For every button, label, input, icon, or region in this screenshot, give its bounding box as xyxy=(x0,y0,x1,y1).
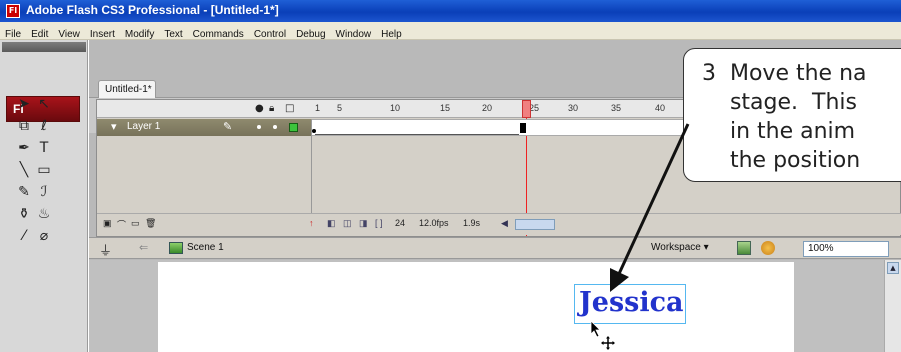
subselection-tool-icon[interactable]: ↖ xyxy=(34,94,54,114)
menu-help[interactable]: Help xyxy=(376,26,407,40)
add-layer-icon[interactable]: ▣ xyxy=(103,218,112,229)
frame-number: 40 xyxy=(655,103,666,113)
outline-icon[interactable]: □ xyxy=(285,103,294,114)
onion-skin-icon[interactable]: ◧ xyxy=(327,218,336,229)
layer-icon: ▾ xyxy=(111,120,117,133)
eraser-tool-icon[interactable]: ⌀ xyxy=(34,226,54,246)
scroll-up-icon[interactable]: ▲ xyxy=(887,262,899,274)
frame-rate: 12.0fps xyxy=(419,218,449,228)
rectangle-tool-icon[interactable]: ▭ xyxy=(34,160,54,180)
frame-number: 15 xyxy=(440,103,451,113)
add-folder-icon[interactable]: ▭ xyxy=(131,218,140,229)
stage-text-object[interactable]: Jessica xyxy=(574,284,686,324)
menu-modify[interactable]: Modify xyxy=(120,26,159,40)
window-title: Adobe Flash CS3 Professional - [Untitled… xyxy=(26,3,279,17)
pencil-icon: ✎ xyxy=(223,120,233,133)
move-cursor-icon xyxy=(590,320,615,350)
stage[interactable] xyxy=(158,262,794,352)
layer-name-cell[interactable]: ▾ Layer 1 ✎ xyxy=(97,119,311,136)
scene-icon xyxy=(169,242,183,254)
menu-text[interactable]: Text xyxy=(159,26,187,40)
instruction-callout: 3 Move the na stage. This in the anim th… xyxy=(683,48,901,182)
menu-window[interactable]: Window xyxy=(331,26,377,40)
line-tool-icon[interactable]: ╲ xyxy=(14,160,34,180)
document-tab[interactable]: Untitled-1* xyxy=(98,80,156,98)
lasso-tool-icon[interactable]: ℓ xyxy=(34,116,54,136)
edit-bar: ⏚ ⇐ Scene 1 Workspace ▾ 100% xyxy=(89,237,901,259)
selection-tool-icon[interactable]: ➤ xyxy=(14,94,34,114)
pen-tool-icon[interactable]: ✒ xyxy=(14,138,34,158)
timeline-toggle-icon[interactable]: ⏚ xyxy=(99,240,112,259)
edit-multiple-icon[interactable]: ◨ xyxy=(359,218,368,229)
elapsed-time: 1.9s xyxy=(463,218,481,228)
stage-text: Jessica xyxy=(579,287,684,318)
frame-span-line xyxy=(315,134,519,135)
menu-commands[interactable]: Commands xyxy=(188,26,249,40)
workspace-menu[interactable]: Workspace ▾ xyxy=(651,242,709,253)
timeline-divider[interactable] xyxy=(311,119,312,213)
vertical-scrollbar[interactable]: ▲ xyxy=(884,260,901,352)
playhead-handle[interactable] xyxy=(522,100,531,118)
delete-layer-icon[interactable]: 🗑︎ xyxy=(145,218,156,229)
menu-control[interactable]: Control xyxy=(249,26,291,40)
free-transform-tool-icon[interactable]: ⧉ xyxy=(14,116,34,136)
onion-markers-icon[interactable]: [ ] xyxy=(375,218,383,228)
menu-bar: File Edit View Insert Modify Text Commands Cont… xyxy=(0,22,901,40)
text-tool-icon[interactable]: T xyxy=(34,138,54,158)
scroll-left-icon[interactable]: ◀ xyxy=(501,218,508,229)
visibility-dot[interactable] xyxy=(257,125,261,129)
menu-view[interactable]: View xyxy=(53,26,85,40)
zoom-select[interactable]: 100% xyxy=(803,241,889,257)
frame-number: 30 xyxy=(568,103,579,113)
pencil-tool-icon[interactable]: ✎ xyxy=(14,182,34,202)
center-frame-icon[interactable]: ↑ xyxy=(309,218,314,228)
layer-color-swatch[interactable] xyxy=(289,123,298,132)
menu-insert[interactable]: Insert xyxy=(85,26,120,40)
layer-name: Layer 1 xyxy=(127,121,161,132)
callout-text: 3 Move the na stage. This in the anim th… xyxy=(702,61,867,173)
menu-debug[interactable]: Debug xyxy=(291,26,330,40)
onion-outline-icon[interactable]: ◫ xyxy=(343,218,352,229)
tools-panel-grip[interactable] xyxy=(2,42,86,52)
frame-number: 35 xyxy=(611,103,622,113)
frame-number: 5 xyxy=(337,103,343,113)
title-bar: Fl Adobe Flash CS3 Professional - [Untit… xyxy=(0,0,901,22)
add-guide-icon[interactable]: ⌒ xyxy=(117,218,126,231)
back-arrow-icon[interactable]: ⇐ xyxy=(139,241,148,254)
edit-scene-icon[interactable] xyxy=(737,241,751,255)
current-frame: 24 xyxy=(395,218,406,228)
eyedropper-tool-icon[interactable]: ⁄ xyxy=(14,226,34,246)
scene-label[interactable]: Scene 1 xyxy=(187,242,224,253)
frame-number: 10 xyxy=(390,103,401,113)
timeline-hscroll[interactable] xyxy=(515,219,555,230)
frame-number: 1 xyxy=(315,103,321,113)
flash-app-icon: Fl xyxy=(6,4,20,18)
lock-icon[interactable]: 🔒︎ xyxy=(269,103,274,114)
menu-file[interactable]: File xyxy=(0,26,26,40)
ink-bottle-tool-icon[interactable]: ⚱ xyxy=(14,204,34,224)
edit-symbols-icon[interactable] xyxy=(761,241,775,255)
end-keyframe[interactable] xyxy=(520,123,526,133)
lock-dot[interactable] xyxy=(273,125,277,129)
brush-tool-icon[interactable]: ℐ xyxy=(34,182,54,202)
paint-bucket-tool-icon[interactable]: ♨ xyxy=(34,204,54,224)
timeline-footer: ▣ ⌒ ▭ 🗑︎ ↑ ◧ ◫ ◨ [ ] 24 12.0fps 1.9s ◀ xyxy=(97,213,901,235)
frame-number: 20 xyxy=(482,103,493,113)
eye-icon[interactable]: ● xyxy=(255,103,264,114)
menu-edit[interactable]: Edit xyxy=(26,26,53,40)
start-keyframe[interactable] xyxy=(312,129,316,133)
